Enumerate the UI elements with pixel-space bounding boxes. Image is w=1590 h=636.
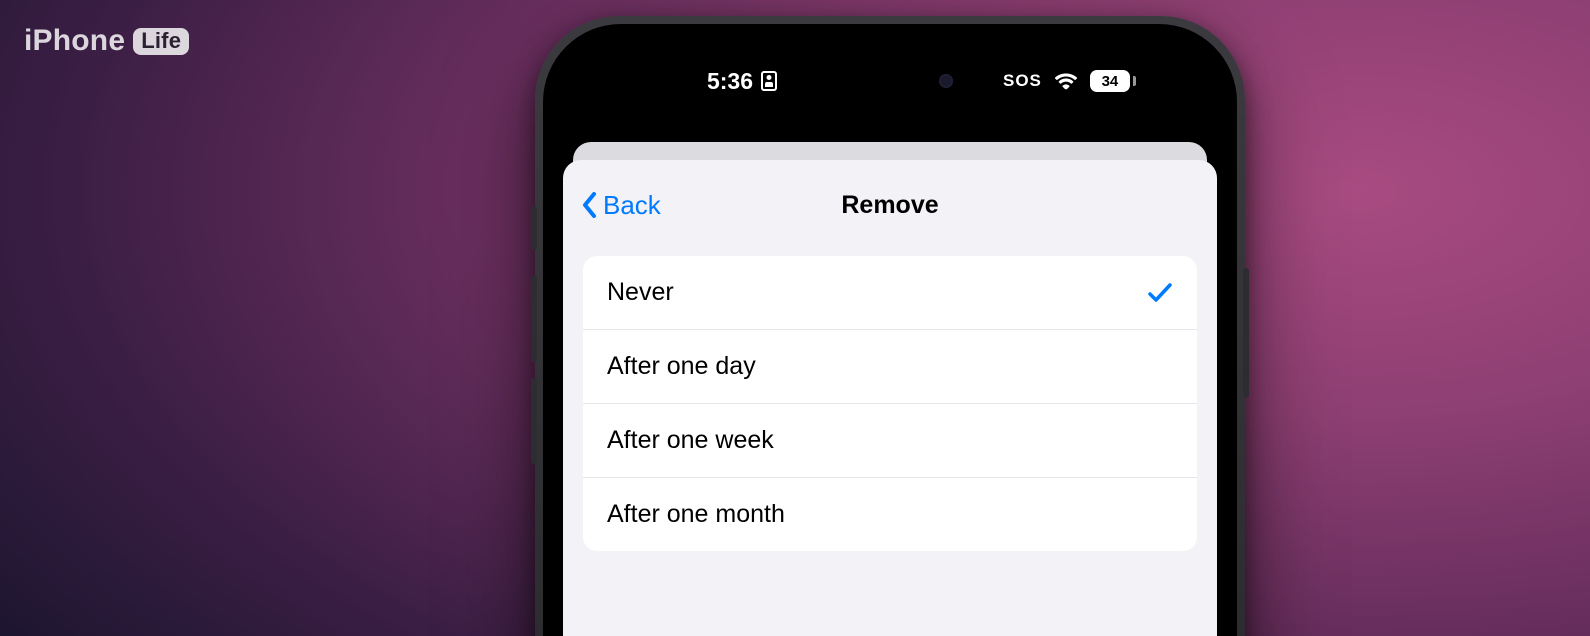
battery-level: 34: [1090, 70, 1130, 92]
watermark-badge: Life: [133, 28, 189, 55]
status-sos: SOS: [1003, 71, 1042, 91]
options-list: Never After one day After one week: [583, 256, 1197, 551]
back-button[interactable]: Back: [581, 190, 661, 221]
checkmark-icon: [1147, 282, 1173, 304]
nav-bar: Back Remove: [563, 160, 1217, 250]
id-card-icon: [761, 71, 777, 91]
status-time: 5:36: [707, 68, 753, 95]
power-button: [1243, 268, 1249, 398]
volume-down-button: [531, 378, 537, 464]
page-title: Remove: [563, 191, 1217, 220]
option-label: After one month: [607, 500, 785, 529]
dynamic-island: [805, 61, 975, 101]
option-after-one-month[interactable]: After one month: [583, 478, 1197, 551]
stage: iPhone Life 5:36 SOS: [0, 0, 1590, 636]
option-after-one-day[interactable]: After one day: [583, 330, 1197, 404]
option-label: Never: [607, 278, 674, 307]
option-never[interactable]: Never: [583, 256, 1197, 330]
option-label: After one week: [607, 426, 774, 455]
iphonelife-watermark: iPhone Life: [24, 24, 189, 58]
back-label: Back: [603, 190, 661, 221]
phone-frame: 5:36 SOS 34: [535, 16, 1245, 636]
option-label: After one day: [607, 352, 756, 381]
volume-up-button: [531, 276, 537, 362]
phone-bezel: 5:36 SOS 34: [543, 24, 1237, 636]
option-after-one-week[interactable]: After one week: [583, 404, 1197, 478]
side-button: [531, 206, 537, 250]
battery-indicator: 34: [1090, 70, 1136, 92]
settings-sheet: Back Remove Never After one day: [563, 160, 1217, 636]
screen: 5:36 SOS 34: [557, 38, 1223, 636]
wifi-icon: [1054, 72, 1078, 90]
status-bar: 5:36 SOS 34: [557, 38, 1223, 112]
chevron-left-icon: [581, 191, 599, 219]
watermark-brand: iPhone: [24, 24, 125, 58]
